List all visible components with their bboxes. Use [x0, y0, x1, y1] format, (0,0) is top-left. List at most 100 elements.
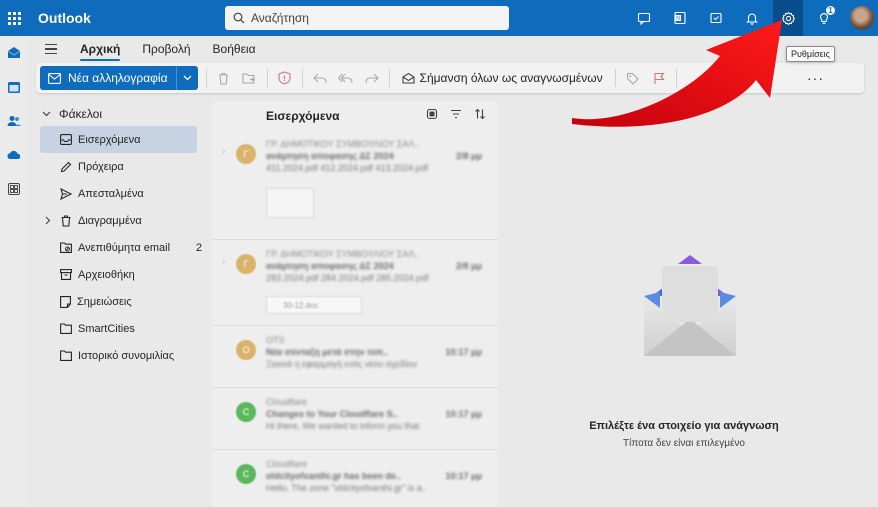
message-row[interactable]: C Cloudflare Changes to Your Cloudflare S.…	[212, 388, 498, 450]
hamburger-menu-icon[interactable]	[36, 43, 66, 55]
folders-header-label: Φάκελοι	[59, 107, 103, 121]
message-row[interactable]: O OTS Νέα σύνταξη μετά στην τοπ.. 10:17 μμ Ξ…	[212, 326, 498, 388]
trash-icon	[61, 214, 71, 227]
folder-deleted[interactable]: Διαγραμμένα	[28, 207, 206, 234]
report-button[interactable]	[272, 66, 298, 90]
apps-icon	[8, 183, 20, 195]
select-mode-icon[interactable]	[426, 108, 438, 120]
tab-help[interactable]: Βοήθεια	[213, 38, 256, 60]
rail-calendar-button[interactable]	[0, 70, 28, 104]
sender-avatar: C	[236, 402, 256, 422]
onedrive-icon	[7, 150, 21, 159]
received-time: 10:17 μμ	[445, 471, 482, 481]
note-icon	[60, 295, 71, 308]
delete-button[interactable]	[211, 66, 237, 90]
app-rail	[0, 36, 28, 507]
folder-archive[interactable]: Αρχειοθήκη	[28, 261, 206, 288]
message-rows: › Γ ΓΡ. ΔΗΜΟΤΙΚΟΥ ΣΥΜΒΟΥΛΙΟΥ ΣΑΛ.. ανάρτηση…	[212, 130, 498, 507]
inbox-icon	[60, 134, 72, 145]
junk-icon	[60, 242, 72, 253]
rail-people-button[interactable]	[0, 104, 28, 138]
tab-view[interactable]: Προβολή	[142, 38, 190, 60]
expand-conversation-icon[interactable]: ›	[222, 256, 225, 267]
folders-header[interactable]: Φάκελοι	[28, 102, 206, 126]
rail-onedrive-button[interactable]	[0, 138, 28, 172]
folder-junk[interactable]: Ανεπιθύμητα email 2	[28, 234, 206, 261]
search-input[interactable]	[251, 11, 491, 25]
rail-more-apps-button[interactable]	[0, 172, 28, 206]
folder-inbox[interactable]: Εισερχόμενα	[40, 126, 197, 153]
attachment-chip[interactable]: 30-12.doc	[266, 296, 362, 314]
pencil-icon	[60, 161, 72, 172]
folder-notes[interactable]: Σημειώσεις	[28, 288, 206, 315]
subject: Νέα σύνταξη μετά στην τοπ..	[266, 347, 388, 357]
expand-conversation-icon[interactable]: ›	[222, 146, 225, 157]
preview-text: Ξεκινά η εφαρμογή ενός νέου σχεδίου	[266, 359, 417, 369]
subject: Changes to Your Cloudflare S..	[266, 409, 398, 419]
chevron-down-icon	[42, 111, 51, 117]
reply-button[interactable]	[307, 66, 333, 90]
reading-empty-title: Επιλέξτε ένα στοιχείο για ανάγνωση	[589, 420, 779, 432]
received-time: 2/8 μμ	[455, 261, 482, 271]
subject-line: Νέα σύνταξη μετά στην τοπ.. 10:17 μμ	[266, 346, 482, 358]
waffle-icon	[7, 11, 21, 25]
new-mail-dropdown[interactable]	[175, 66, 198, 90]
folder-sent[interactable]: Απεσταλμένα	[28, 180, 206, 207]
folder-move-icon	[242, 72, 255, 84]
message-row[interactable]: › Γ ΓΡ. ΔΗΜΟΤΙΚΟΥ ΣΥΜΒΟΥΛΙΟΥ ΣΑΛ.. ανάρτηση…	[212, 130, 498, 240]
sender-avatar: O	[236, 340, 256, 360]
preview-text: 411.2024.pdf 412.2024.pdf 413.2024.pdf	[266, 163, 428, 173]
rail-mail-button[interactable]	[0, 36, 28, 70]
send-icon	[60, 187, 72, 200]
sort-icon[interactable]	[474, 108, 486, 120]
sender-name: OTS	[266, 335, 285, 345]
calendar-app-icon	[8, 82, 20, 93]
folder-label: Ιστορικό συνομιλίας	[78, 349, 175, 362]
message-list: Εισερχόμενα › Γ ΓΡ. ΔΗΜΟΤΙΚΟΥ ΣΥΜΒΟΥΛΙΟΥ Σ…	[212, 102, 498, 507]
folder-label: Διαγραμμένα	[78, 214, 142, 227]
folder-label: Απεσταλμένα	[78, 187, 144, 200]
archive-icon	[60, 269, 72, 280]
account-avatar[interactable]	[850, 6, 874, 30]
mail-app-icon	[7, 47, 21, 58]
folder-label: Σημειώσεις	[77, 295, 132, 308]
forward-button[interactable]	[359, 66, 385, 90]
new-mail-label: Νέα αλληλογραφία	[68, 71, 168, 85]
more-options-button[interactable]: ···	[807, 70, 824, 86]
sender-avatar: Γ	[236, 254, 256, 274]
chevron-right-icon[interactable]	[45, 216, 51, 225]
received-time: 2/8 μμ	[455, 151, 482, 161]
search-box[interactable]	[225, 6, 509, 30]
reply-all-button[interactable]	[333, 66, 359, 90]
folder-conversation-history[interactable]: Ιστορικό συνομιλίας	[28, 342, 206, 369]
unread-count: 2	[195, 241, 202, 254]
message-row[interactable]: C Cloudflare oldcityofxanthi.gr has been d…	[212, 450, 498, 507]
tips-button[interactable]: 1	[806, 0, 842, 36]
red-arrow-annotation	[572, 20, 782, 127]
preview-text: Hi there, We wanted to inform you that	[266, 421, 420, 431]
folder-smartcities[interactable]: SmartCities	[28, 315, 206, 342]
trash-icon	[219, 72, 229, 85]
message-list-tools	[426, 108, 486, 120]
settings-tooltip: Ρυθμίσεις	[786, 46, 836, 62]
subject: ανάρτηση αποφασης ΔΣ 2024	[266, 261, 394, 271]
reply-icon	[312, 73, 327, 83]
tab-home[interactable]: Αρχική	[80, 38, 121, 61]
message-list-title: Εισερχόμενα	[266, 109, 340, 123]
app-launcher-button[interactable]	[0, 0, 28, 36]
new-mail-button[interactable]: Νέα αλληλογραφία	[40, 66, 176, 90]
folder-drafts[interactable]: Πρόχειρα	[28, 153, 206, 180]
filter-icon[interactable]	[450, 108, 462, 120]
move-to-button[interactable]	[237, 66, 263, 90]
sender-name: ΓΡ. ΔΗΜΟΤΙΚΟΥ ΣΥΜΒΟΥΛΙΟΥ ΣΑΛ..	[266, 139, 420, 149]
subject-line: ανάρτηση αποφασης ΔΣ 2024 2/8 μμ	[266, 260, 482, 272]
attachment-thumbnail[interactable]	[266, 188, 314, 218]
shield-icon	[278, 71, 291, 85]
preview-text: Hello, The zone "oldcityofxanthi.gr" is …	[266, 483, 427, 493]
message-row[interactable]: › Γ ΓΡ. ΔΗΜΟΤΙΚΟΥ ΣΥΜΒΟΥΛΙΟΥ ΣΑΛ.. ανάρτηση…	[212, 240, 498, 326]
tips-badge: 1	[826, 6, 835, 15]
divider	[266, 69, 268, 87]
reply-all-icon	[338, 73, 353, 83]
new-mail-split-button: Νέα αλληλογραφία	[40, 66, 198, 90]
subject-line: Changes to Your Cloudflare S.. 10:17 μμ	[266, 408, 482, 420]
